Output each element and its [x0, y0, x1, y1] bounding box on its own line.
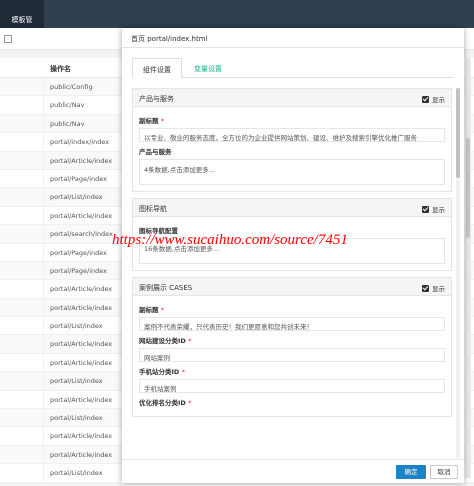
operation-cell: portal/Page/index: [50, 248, 108, 257]
operation-cell: portal/List/index: [50, 193, 103, 202]
row-cell-blank: [0, 427, 44, 445]
row-cell-blank: [0, 335, 44, 353]
row-cell-blank: [0, 151, 44, 169]
row-cell-blank: [0, 445, 44, 464]
row-cell-blank: [0, 78, 44, 96]
show-label: 显示: [432, 285, 445, 293]
dialog-title: 首页 portal/index.html: [131, 35, 208, 43]
row-cell-blank: [0, 206, 44, 225]
show-toggle[interactable]: 显示: [422, 204, 445, 214]
operation-cell: portal/Article/index: [50, 340, 113, 349]
row-cell-blank: [0, 390, 44, 409]
template-settings-dialog: 首页 portal/index.html 组件设置 变量设置 产品与服务 显示 …: [122, 28, 464, 483]
row-cell-blank: [0, 188, 44, 206]
show-toggle[interactable]: 显示: [422, 94, 445, 104]
tab-component-settings[interactable]: 组件设置: [132, 58, 182, 78]
operation-cell: portal/Article/index: [50, 432, 113, 441]
operation-cell: portal/search/index: [50, 230, 113, 239]
field-label: 副标题 *: [139, 117, 165, 125]
row-cell-blank: [0, 225, 44, 243]
operation-cell: portal/Page/index: [50, 266, 108, 275]
operation-cell: portal/Article/index: [50, 285, 113, 294]
row-cell-blank: [0, 372, 44, 390]
field-label: 产品与服务: [139, 148, 172, 156]
checkbox-checked-icon[interactable]: [422, 284, 429, 292]
field-label: 副标题 *: [139, 306, 165, 314]
field-label: 优化排名分类ID *: [139, 399, 192, 407]
operation-cell: portal/Article/index: [50, 303, 113, 312]
tab-variable-settings[interactable]: 变量设置: [184, 58, 232, 78]
show-label: 显示: [432, 96, 445, 104]
top-navbar: 模板管理: [0, 0, 474, 52]
row-cell-blank: [0, 317, 44, 335]
operation-cell: portal/List/index: [50, 322, 103, 331]
site-category-input[interactable]: 网站案例: [139, 348, 445, 362]
show-toggle[interactable]: 显示: [422, 283, 445, 293]
operation-cell: portal/List/index: [50, 414, 103, 423]
dialog-header: 首页 portal/index.html: [122, 28, 464, 48]
section-header: 案例展示 CASES 显示: [133, 278, 451, 296]
page-scrollbar[interactable]: [465, 58, 471, 478]
row-cell-blank: [0, 280, 44, 298]
settings-tabs: 组件设置 变量设置: [132, 58, 454, 78]
field-label: 手机站分类ID *: [139, 368, 185, 376]
operation-cell: portal/List/index: [50, 469, 103, 478]
row-cell-blank: [0, 409, 44, 427]
operation-cell: portal/index/index: [50, 138, 110, 147]
dialog-footer: 确定 取消: [122, 459, 464, 483]
row-cell-blank: [0, 298, 44, 317]
row-cell-blank: [0, 464, 44, 482]
operation-cell: portal/List/index: [50, 377, 103, 386]
page-scrollbar-thumb[interactable]: [466, 138, 470, 238]
dialog-scrollbar-thumb[interactable]: [456, 88, 460, 178]
operation-cell: portal/Article/index: [50, 450, 113, 459]
products-list-field[interactable]: 4条数据,点击添加更多...: [139, 159, 445, 185]
row-cell-blank: [0, 353, 44, 372]
section-header: 产品与服务 显示: [133, 89, 451, 107]
tab-template-management[interactable]: 模板管理: [0, 0, 44, 52]
ok-button[interactable]: 确定: [396, 465, 426, 479]
row-cell-blank: [0, 261, 44, 280]
checkbox-checked-icon[interactable]: [422, 205, 429, 213]
section-title: 案例展示 CASES: [139, 284, 193, 292]
checkbox-checked-icon[interactable]: [422, 95, 429, 103]
operation-cell: portal/Article/index: [50, 358, 113, 367]
row-cell-blank: [0, 169, 44, 188]
operation-cell: public/Config: [50, 83, 93, 91]
row-cell-blank: [0, 133, 44, 151]
show-label: 显示: [432, 206, 445, 214]
subtitle-input[interactable]: 以专业、敬业的服务态度，全方位的为企业提供网站策划、建设、维护及搜索引擎优化推广…: [139, 128, 445, 142]
section-title: 产品与服务: [139, 95, 174, 103]
section-products: 产品与服务 显示 副标题 * 以专业、敬业的服务态度，全方位的为企业提供网站策划…: [132, 88, 452, 192]
column-header-operation: 操作名: [50, 65, 71, 73]
cases-subtitle-input[interactable]: 案例不代表荣耀，只代表历史！我们更愿意和您共创未来！: [139, 317, 445, 331]
dialog-scrollbar[interactable]: [456, 88, 460, 458]
settings-content: 产品与服务 显示 副标题 * 以专业、敬业的服务态度，全方位的为企业提供网站策划…: [132, 88, 452, 458]
row-cell-blank: [0, 96, 44, 114]
page-icon: [4, 35, 12, 43]
section-header: 图标导航 显示: [133, 199, 451, 217]
row-cell-blank: [0, 243, 44, 261]
row-cell-blank: [0, 114, 44, 133]
section-cases: 案例展示 CASES 显示 副标题 * 案例不代表荣耀，只代表历史！我们更愿意和…: [132, 277, 452, 417]
field-label: 网站建设分类ID *: [139, 337, 192, 345]
operation-cell: portal/Article/index: [50, 211, 113, 220]
operation-cell: public/Nav: [50, 101, 85, 110]
cancel-button[interactable]: 取消: [430, 465, 458, 479]
section-title: 图标导航: [139, 205, 167, 213]
operation-cell: portal/Article/index: [50, 156, 113, 165]
watermark-text: https://www.sucaihuo.com/source/7451: [112, 232, 348, 248]
operation-cell: public/Nav: [50, 119, 85, 128]
operation-cell: portal/Page/index: [50, 174, 108, 183]
operation-cell: portal/Article/index: [50, 395, 113, 404]
mobile-category-input[interactable]: 手机站案例: [139, 379, 445, 393]
